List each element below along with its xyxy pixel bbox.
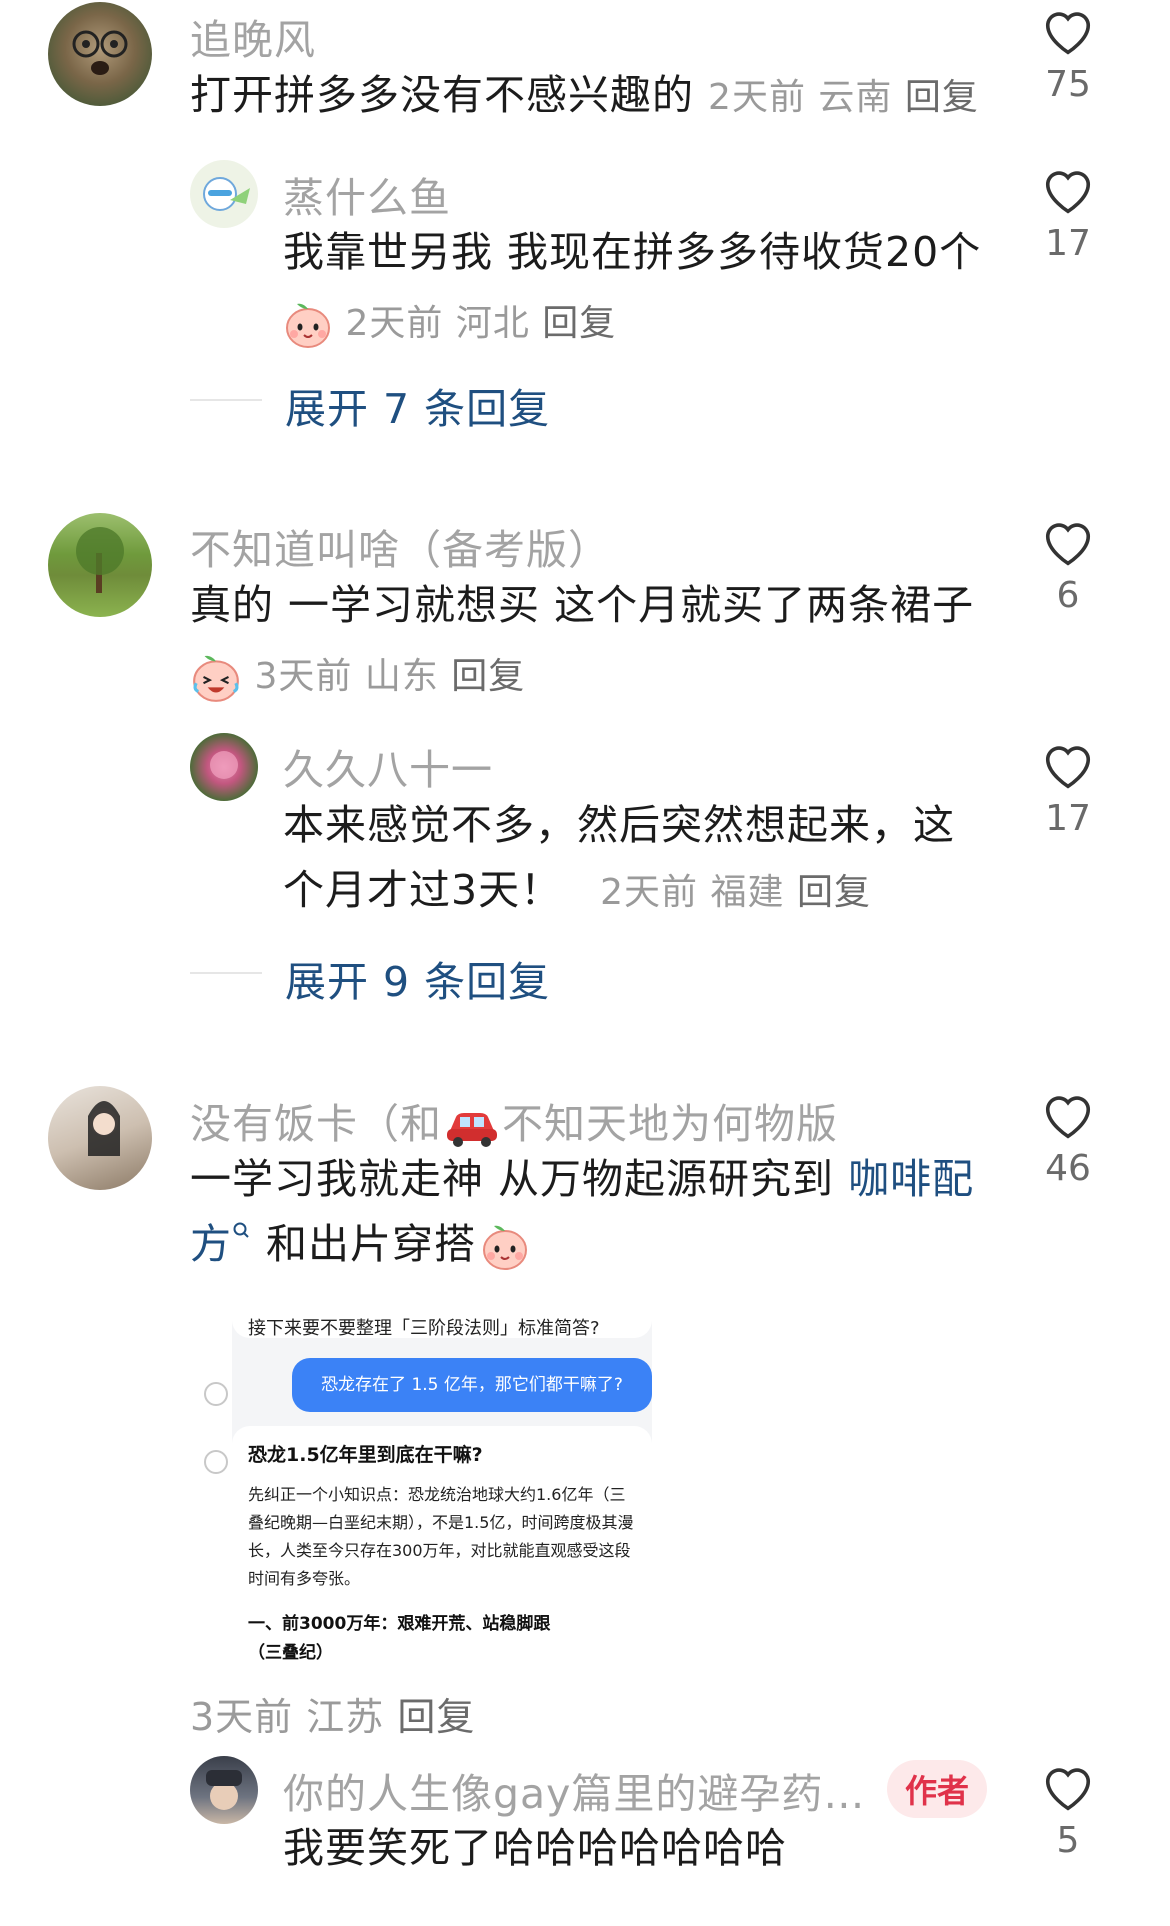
like-button[interactable]: 5 bbox=[1033, 1762, 1103, 1861]
comment-username[interactable]: 不知道叫啥（备考版） bbox=[190, 516, 610, 576]
reply-button[interactable]: 回复 bbox=[542, 303, 616, 344]
heart-icon bbox=[1045, 746, 1091, 789]
comment-text: 我要笑死了哈哈哈哈哈哈哈 bbox=[283, 1824, 787, 1872]
comment-username[interactable]: 蒸什么鱼 bbox=[283, 164, 451, 224]
comment-time: 3天前 bbox=[254, 656, 353, 697]
like-count: 75 bbox=[1045, 64, 1091, 105]
comment-body-line1: 一学习我就走神 从万物起源研究到 咖啡配 bbox=[190, 1147, 1010, 1212]
avatar[interactable] bbox=[48, 1086, 152, 1190]
peach-face-emoji-icon bbox=[286, 303, 330, 348]
comment-text: 打开拼多多没有不感兴趣的 2天前 云南 回复 bbox=[190, 63, 979, 130]
like-button[interactable]: 75 bbox=[1033, 6, 1103, 105]
like-button[interactable]: 17 bbox=[1033, 740, 1103, 839]
comment-location: 福建 bbox=[710, 872, 785, 913]
reply-button[interactable]: 回复 bbox=[797, 872, 871, 913]
comment-body-text: 一学习我就走神 从万物起源研究到 bbox=[190, 1155, 849, 1203]
answer-section: 一、前3000万年：艰难开荒、站稳脚跟 bbox=[248, 1614, 551, 1634]
flower-avatar-icon bbox=[210, 751, 238, 779]
comment-body-text2: 和出片穿搭 bbox=[252, 1220, 477, 1268]
comment-username[interactable]: 追晚风 bbox=[190, 6, 316, 66]
comment-username[interactable]: 没有饭卡（和 不知天地为何物版 bbox=[190, 1090, 838, 1150]
like-button[interactable]: 17 bbox=[1033, 165, 1103, 264]
chat-screenshot: 接下来要不要整理「三阶段法则」标准简答? 恐龙存在了 1.5 亿年，那它们都干嘛… bbox=[232, 1308, 652, 1665]
chat-answer: 恐龙1.5亿年里到底在干嘛? 先纠正一个小知识点：恐龙统治地球大约1.6亿年（三… bbox=[232, 1426, 652, 1665]
red-car-icon bbox=[447, 1113, 497, 1147]
search-link[interactable]: 咖啡配 bbox=[848, 1155, 974, 1203]
answer-section-cont: （三叠纪） bbox=[248, 1643, 333, 1663]
divider bbox=[190, 972, 262, 974]
avatar[interactable] bbox=[48, 2, 152, 106]
reply-button[interactable]: 回复 bbox=[905, 77, 979, 118]
cartoon-avatar-icon bbox=[203, 177, 250, 211]
like-button[interactable]: 6 bbox=[1033, 517, 1103, 616]
like-button[interactable]: 46 bbox=[1033, 1090, 1103, 1189]
comment-meta: 2天前 福建 回复 bbox=[600, 872, 871, 913]
comment-time: 2天前 bbox=[345, 303, 444, 344]
comment-body-line1: 本来感觉不多，然后突然想起来，这 bbox=[283, 801, 955, 849]
like-count: 5 bbox=[1056, 1820, 1080, 1861]
comment-meta: 3天前 江苏 回复 bbox=[190, 1686, 475, 1741]
comment-username[interactable]: 久久八十一 bbox=[283, 736, 493, 796]
comment-meta: 2天前 河北 回复 bbox=[283, 294, 616, 350]
avatar[interactable] bbox=[190, 733, 258, 801]
avatar[interactable] bbox=[190, 1756, 258, 1824]
heart-icon bbox=[1045, 1096, 1091, 1139]
avatar[interactable] bbox=[190, 160, 258, 228]
comment-time: 3天前 bbox=[190, 1695, 294, 1739]
divider bbox=[190, 399, 262, 401]
comment-location: 山东 bbox=[364, 656, 439, 697]
comment-meta: 3天前 山东 回复 bbox=[190, 647, 525, 704]
heart-icon bbox=[1045, 171, 1091, 214]
answer-title: 恐龙1.5亿年里到底在干嘛? bbox=[248, 1444, 483, 1466]
radio-icon bbox=[204, 1450, 228, 1474]
comment-body: 打开拼多多没有不感兴趣的 bbox=[190, 71, 694, 119]
like-count: 6 bbox=[1056, 575, 1080, 616]
like-count: 17 bbox=[1045, 223, 1091, 264]
comment-meta: 2天前 云南 回复 bbox=[708, 77, 979, 118]
comment-username-part1: 没有饭卡（和 bbox=[190, 1100, 442, 1148]
heart-icon bbox=[1045, 12, 1091, 55]
like-count: 46 bbox=[1045, 1148, 1091, 1189]
reply-button[interactable]: 回复 bbox=[397, 1695, 475, 1739]
dog-avatar-icon bbox=[72, 30, 128, 75]
heart-icon bbox=[1045, 1768, 1091, 1811]
comment-time: 2天前 bbox=[600, 872, 699, 913]
comment-body-line2: 方 和出片穿搭 bbox=[190, 1212, 1010, 1277]
comment-text: 本来感觉不多，然后突然想起来，这 个月才过3天！ 2天前 福建 回复 bbox=[283, 793, 955, 925]
reply-button[interactable]: 回复 bbox=[451, 656, 525, 697]
comment-body-line2: 个月才过3天！ 2天前 福建 回复 bbox=[283, 858, 955, 925]
chat-user-message: 恐龙存在了 1.5 亿年，那它们都干嘛了? bbox=[292, 1358, 652, 1412]
heart-icon bbox=[1045, 523, 1091, 566]
comment-location: 河北 bbox=[455, 303, 530, 344]
avatar[interactable] bbox=[48, 513, 152, 617]
comment-text: 真的 一学习就想买 这个月就买了两条裙子 bbox=[190, 581, 975, 629]
chat-prompt: 接下来要不要整理「三阶段法则」标准简答? bbox=[232, 1308, 652, 1339]
comment-time: 2天前 bbox=[708, 77, 806, 118]
comment-location: 云南 bbox=[818, 77, 893, 118]
search-icon[interactable] bbox=[232, 1220, 252, 1244]
comment-text: 一学习我就走神 从万物起源研究到 咖啡配 方 和出片穿搭 bbox=[190, 1147, 1010, 1277]
expand-replies-button[interactable]: 展开 9 条回复 bbox=[285, 948, 550, 1008]
radio-icon bbox=[204, 1382, 228, 1406]
peach-face-emoji-icon bbox=[483, 1225, 528, 1270]
crying-laughing-emoji-icon bbox=[193, 655, 239, 702]
author-badge: 作者 bbox=[887, 1760, 988, 1818]
comment-location: 江苏 bbox=[306, 1695, 385, 1739]
comment-username[interactable]: 你的人生像gay篇里的避孕药… bbox=[283, 1760, 865, 1820]
person-avatar-icon bbox=[88, 1101, 120, 1156]
person-avatar-icon bbox=[206, 1770, 242, 1810]
answer-body: 先纠正一个小知识点：恐龙统治地球大约1.6亿年（三叠纪晚期—白垩纪末期），不是1… bbox=[248, 1485, 634, 1588]
expand-replies-button[interactable]: 展开 7 条回复 bbox=[285, 375, 550, 435]
comment-text: 我靠世另我 我现在拼多多待收货20个 bbox=[283, 228, 982, 276]
comment-username-part2: 不知天地为何物版 bbox=[502, 1100, 838, 1148]
tree-avatar-icon bbox=[76, 527, 124, 593]
search-link-cont[interactable]: 方 bbox=[190, 1220, 232, 1268]
like-count: 17 bbox=[1045, 798, 1091, 839]
comment-body-line2-text: 个月才过3天！ bbox=[283, 866, 563, 914]
